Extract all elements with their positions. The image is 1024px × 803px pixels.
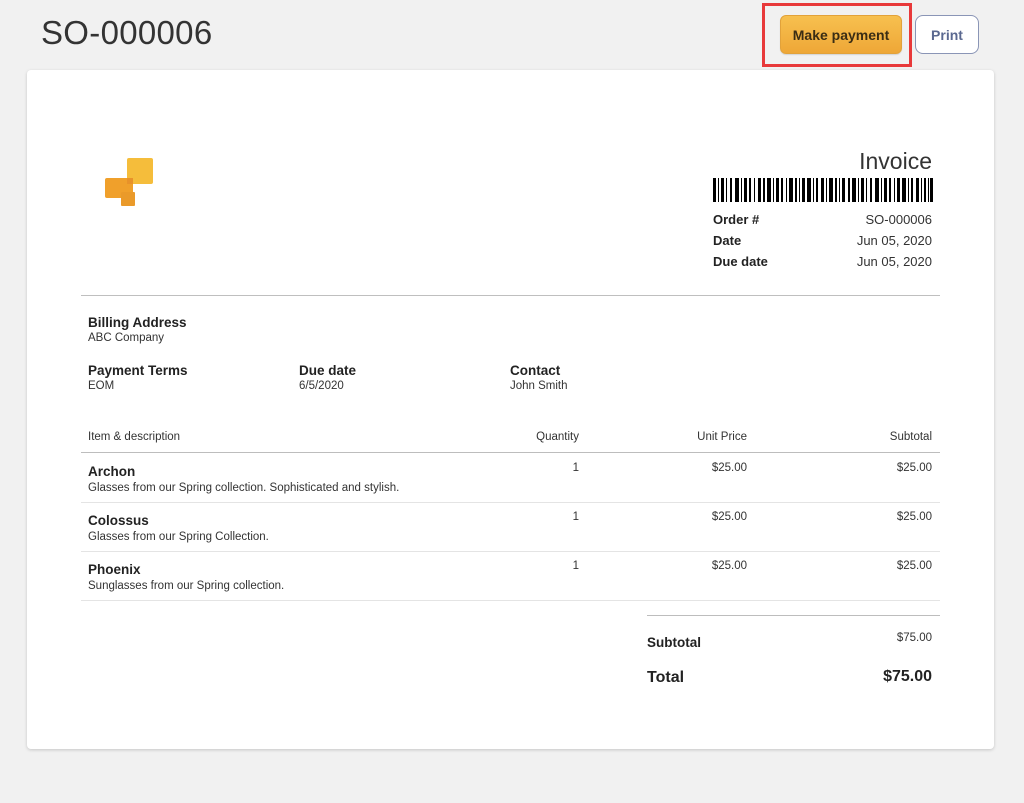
invoice-card	[27, 70, 994, 749]
order-number-value: SO-000006	[865, 212, 933, 227]
due-date-value: 6/5/2020	[299, 380, 344, 392]
make-payment-button[interactable]: Make payment	[780, 15, 902, 54]
invoice-due-date-label: Due date	[713, 254, 768, 269]
page-title: SO-000006	[41, 14, 213, 51]
item-subtotal: $25.00	[896, 511, 932, 523]
contact-label: Contact	[510, 363, 561, 378]
item-description: Glasses from our Spring collection. Soph…	[88, 482, 400, 494]
table-row: Colossus Glasses from our Spring Collect…	[81, 502, 940, 552]
table-row: Phoenix Sunglasses from our Spring colle…	[81, 551, 940, 601]
payment-terms-label: Payment Terms	[88, 363, 188, 378]
invoice-date-value: Jun 05, 2020	[856, 233, 932, 248]
payment-terms-value: EOM	[88, 380, 115, 392]
item-quantity: 1	[572, 462, 579, 474]
billing-address-value: ABC Company	[88, 332, 165, 344]
contact-value: John Smith	[510, 380, 568, 392]
invoice-title: Invoice	[859, 148, 932, 174]
column-header-subtotal: Subtotal	[889, 431, 932, 443]
total-value: $75.00	[883, 668, 932, 685]
invoice-date-row: Date Jun 05, 2020	[713, 233, 932, 248]
barcode-icon	[713, 178, 933, 202]
item-name: Colossus	[88, 513, 149, 528]
item-unit-price: $25.00	[711, 511, 747, 523]
total-label: Total	[647, 669, 685, 686]
billing-address-label: Billing Address	[88, 315, 187, 330]
item-subtotal: $25.00	[896, 462, 932, 474]
header-divider	[81, 295, 940, 296]
subtotal-value: $75.00	[896, 632, 932, 644]
column-header-item: Item & description	[88, 431, 181, 443]
print-button[interactable]: Print	[915, 15, 979, 54]
invoice-date-label: Date	[713, 233, 742, 248]
invoice-due-date-value: Jun 05, 2020	[856, 254, 932, 269]
item-subtotal: $25.00	[896, 560, 932, 572]
item-unit-price: $25.00	[711, 462, 747, 474]
invoice-due-date-row: Due date Jun 05, 2020	[713, 254, 932, 269]
column-header-quantity: Quantity	[536, 431, 579, 443]
order-number-row: Order # SO-000006	[713, 212, 932, 227]
company-logo-icon	[105, 158, 153, 206]
column-header-unit-price: Unit Price	[697, 431, 747, 443]
item-name: Phoenix	[88, 562, 141, 577]
due-date-label: Due date	[299, 363, 357, 378]
subtotal-label: Subtotal	[647, 635, 701, 650]
table-row: Archon Glasses from our Spring collectio…	[81, 453, 940, 503]
item-quantity: 1	[572, 511, 579, 523]
summary-divider	[647, 615, 940, 616]
order-number-label: Order #	[713, 212, 760, 227]
item-unit-price: $25.00	[711, 560, 747, 572]
item-name: Archon	[88, 464, 136, 479]
item-description: Glasses from our Spring Collection.	[88, 531, 269, 543]
item-description: Sunglasses from our Spring collection.	[88, 580, 285, 592]
item-quantity: 1	[572, 560, 579, 572]
